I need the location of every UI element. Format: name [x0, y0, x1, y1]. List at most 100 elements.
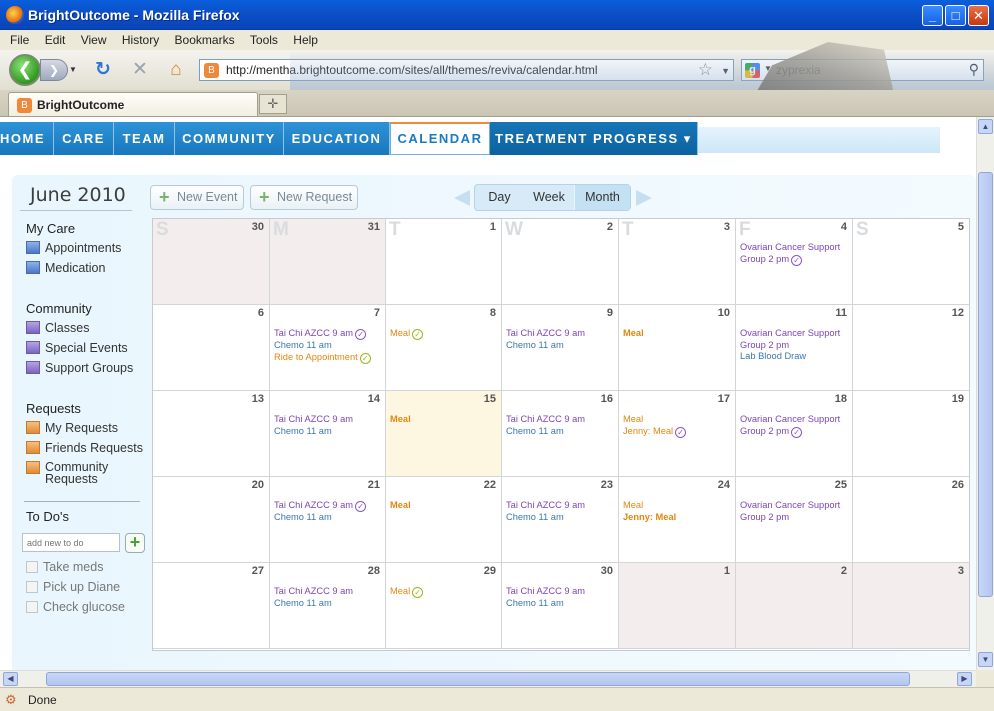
- scroll-down-arrow-icon[interactable]: ▼: [978, 652, 993, 667]
- calendar-day-cell[interactable]: 3: [853, 563, 969, 649]
- calendar-day-cell[interactable]: 22 Meal: [386, 477, 502, 563]
- url-input[interactable]: [226, 62, 686, 78]
- todo-checkbox[interactable]: [26, 581, 38, 593]
- new-request-button[interactable]: + New Request: [250, 185, 358, 210]
- calendar-event[interactable]: Meal ✓: [390, 328, 499, 340]
- calendar-event[interactable]: Chemo 11 am: [506, 598, 616, 610]
- calendar-day-cell[interactable]: 19: [853, 391, 969, 477]
- view-week-button[interactable]: Week: [524, 185, 574, 210]
- add-todo-input[interactable]: [22, 533, 120, 552]
- minimize-button[interactable]: _: [922, 5, 943, 26]
- calendar-day-cell[interactable]: 8 Meal ✓: [386, 305, 502, 391]
- stop-icon[interactable]: ✕: [129, 59, 151, 81]
- forward-arrow-icon[interactable]: ❯: [40, 59, 68, 81]
- vertical-scrollbar[interactable]: ▲ ▼: [976, 117, 994, 670]
- calendar-day-cell[interactable]: 20: [153, 477, 270, 563]
- calendar-day-cell[interactable]: 1: [619, 563, 736, 649]
- calendar-day-cell[interactable]: 26: [853, 477, 969, 563]
- scroll-up-arrow-icon[interactable]: ▲: [978, 119, 993, 134]
- calendar-event[interactable]: Ride to Appointment ✓: [274, 352, 383, 364]
- search-engine-dropdown-icon[interactable]: ▼: [764, 64, 772, 73]
- back-arrow-icon[interactable]: ❮: [9, 54, 41, 86]
- add-todo-button[interactable]: +: [125, 533, 145, 553]
- calendar-event[interactable]: Chemo 11 am: [274, 426, 383, 438]
- sidebar-item-classes[interactable]: Classes: [26, 321, 89, 335]
- calendar-event[interactable]: Chemo 11 am: [274, 340, 383, 352]
- nav-education[interactable]: EDUCATION: [284, 122, 390, 155]
- calendar-day-cell[interactable]: 12: [853, 305, 969, 391]
- search-input[interactable]: [776, 62, 946, 78]
- calendar-day-cell[interactable]: 7 Tai Chi AZCC 9 am ✓ Chemo 11 am Ride to Ap…: [270, 305, 386, 391]
- scroll-left-arrow-icon[interactable]: ◀: [3, 672, 18, 686]
- calendar-event[interactable]: Meal ✓: [390, 586, 499, 598]
- horizontal-scroll-thumb[interactable]: [46, 672, 910, 686]
- previous-month-arrow-icon[interactable]: [454, 190, 470, 206]
- view-day-button[interactable]: Day: [475, 185, 524, 210]
- calendar-day-cell[interactable]: 9 Tai Chi AZCC 9 am Chemo 11 am: [502, 305, 619, 391]
- history-dropdown-icon[interactable]: ▼: [69, 65, 77, 74]
- tab-brightoutcome[interactable]: B BrightOutcome: [8, 92, 258, 116]
- sidebar-item-special-events[interactable]: Special Events: [26, 341, 128, 355]
- calendar-event[interactable]: Jenny: Meal ✓: [623, 426, 733, 438]
- calendar-day-cell[interactable]: T1: [386, 219, 502, 305]
- calendar-day-cell[interactable]: 10 Meal: [619, 305, 736, 391]
- calendar-day-cell[interactable]: W2: [502, 219, 619, 305]
- nav-team[interactable]: TEAM: [114, 122, 175, 155]
- calendar-day-cell[interactable]: 29 Meal ✓: [386, 563, 502, 649]
- calendar-day-cell[interactable]: 13: [153, 391, 270, 477]
- calendar-event[interactable]: Tai Chi AZCC 9 am: [506, 414, 616, 426]
- reload-icon[interactable]: ↻: [92, 59, 114, 81]
- google-icon[interactable]: g: [745, 63, 760, 78]
- nav-treatment-progress[interactable]: TREATMENT PROGRESS ▾: [490, 122, 698, 155]
- horizontal-scrollbar[interactable]: ◀ ▶: [0, 670, 976, 687]
- calendar-day-cell[interactable]: 17 Meal Jenny: Meal ✓: [619, 391, 736, 477]
- calendar-event[interactable]: Tai Chi AZCC 9 am: [274, 414, 383, 426]
- calendar-event[interactable]: Chemo 11 am: [274, 598, 383, 610]
- calendar-day-cell[interactable]: T3: [619, 219, 736, 305]
- url-dropdown-icon[interactable]: ▼: [721, 66, 730, 76]
- calendar-day-cell[interactable]: M 31: [270, 219, 386, 305]
- calendar-day-cell[interactable]: 24 Meal Jenny: Meal: [619, 477, 736, 563]
- calendar-day-cell[interactable]: F 4 Ovarian Cancer Support Group 2 pm ✓: [736, 219, 853, 305]
- magnifier-icon[interactable]: ⚲: [969, 61, 979, 78]
- menu-history[interactable]: History: [116, 30, 165, 47]
- calendar-event[interactable]: Ovarian Cancer Support Group 2 pm ✓: [740, 242, 850, 266]
- calendar-event[interactable]: Tai Chi AZCC 9 am: [506, 328, 616, 340]
- new-event-button[interactable]: + New Event: [150, 185, 244, 210]
- nav-care[interactable]: CARE: [54, 122, 114, 155]
- nav-home[interactable]: HOME: [0, 122, 54, 155]
- new-tab-button[interactable]: ✛: [259, 94, 287, 114]
- calendar-day-cell[interactable]: 28 Tai Chi AZCC 9 am Chemo 11 am: [270, 563, 386, 649]
- calendar-event[interactable]: Meal: [390, 414, 499, 426]
- calendar-event[interactable]: Tai Chi AZCC 9 am ✓: [274, 328, 383, 340]
- calendar-event[interactable]: Tai Chi AZCC 9 am ✓: [274, 500, 383, 512]
- menu-bookmarks[interactable]: Bookmarks: [169, 30, 241, 47]
- calendar-event[interactable]: Ovarian Cancer Support Group 2 pm: [740, 500, 850, 523]
- calendar-day-cell[interactable]: 11 Ovarian Cancer Support Group 2 pm Lab B…: [736, 305, 853, 391]
- menu-view[interactable]: View: [75, 30, 113, 47]
- todo-item[interactable]: Pick up Diane: [26, 580, 120, 594]
- calendar-event[interactable]: Meal: [623, 414, 733, 426]
- calendar-day-cell[interactable]: 23 Tai Chi AZCC 9 am Chemo 11 am: [502, 477, 619, 563]
- calendar-day-cell[interactable]: 16 Tai Chi AZCC 9 am Chemo 11 am: [502, 391, 619, 477]
- nav-calendar[interactable]: CALENDAR: [390, 122, 490, 155]
- calendar-day-cell[interactable]: 21 Tai Chi AZCC 9 am ✓ Chemo 11 am: [270, 477, 386, 563]
- calendar-day-cell[interactable]: S 30: [153, 219, 270, 305]
- sidebar-item-support-groups[interactable]: Support Groups: [26, 361, 133, 375]
- search-bar[interactable]: g ▼ ⚲: [741, 59, 984, 81]
- calendar-day-cell[interactable]: 2: [736, 563, 853, 649]
- calendar-day-cell[interactable]: 6: [153, 305, 270, 391]
- calendar-event[interactable]: Chemo 11 am: [506, 340, 616, 352]
- calendar-event[interactable]: Ovarian Cancer Support Group 2 pm ✓: [740, 414, 850, 438]
- menu-edit[interactable]: Edit: [39, 30, 72, 47]
- sidebar-item-friends-requests[interactable]: Friends Requests: [26, 441, 143, 455]
- sidebar-item-appointments[interactable]: Appointments: [26, 241, 121, 255]
- menu-help[interactable]: Help: [287, 30, 324, 47]
- calendar-event[interactable]: Tai Chi AZCC 9 am: [274, 586, 383, 598]
- scroll-right-arrow-icon[interactable]: ▶: [957, 672, 972, 686]
- calendar-day-cell[interactable]: 14 Tai Chi AZCC 9 am Chemo 11 am: [270, 391, 386, 477]
- calendar-event[interactable]: Chemo 11 am: [506, 512, 616, 524]
- todo-item[interactable]: Check glucose: [26, 600, 125, 614]
- calendar-event[interactable]: Meal: [390, 500, 499, 512]
- calendar-event[interactable]: Lab Blood Draw: [740, 351, 850, 363]
